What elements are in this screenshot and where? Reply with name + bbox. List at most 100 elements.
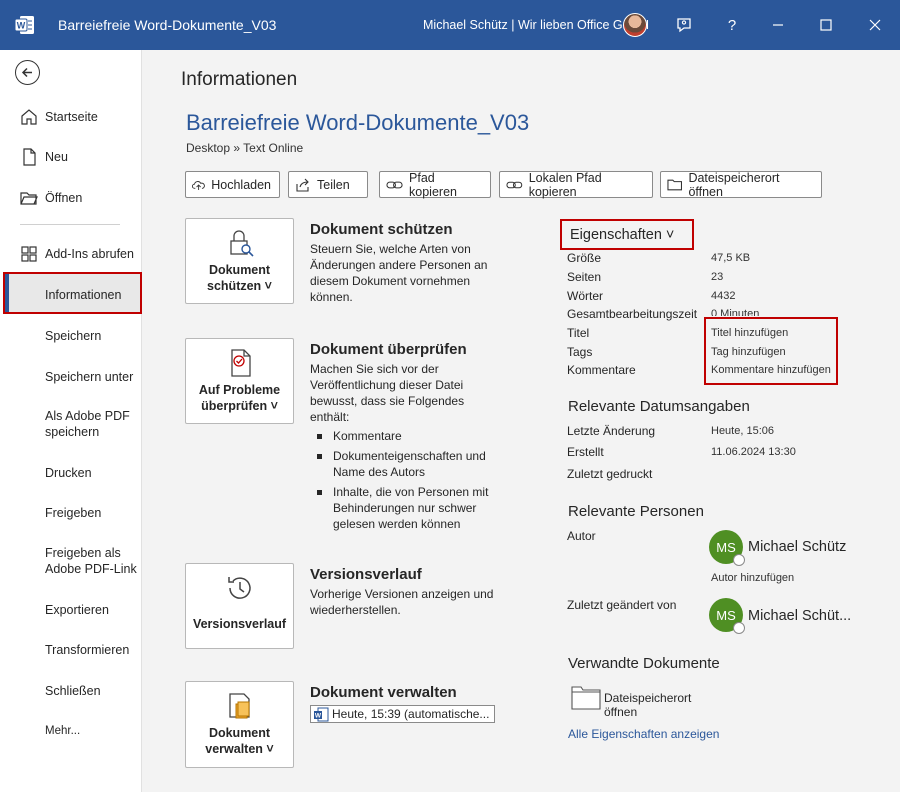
- author-name[interactable]: Michael Schütz: [748, 539, 846, 555]
- protect-description: Steuern Sie, welche Arten von Änderungen…: [310, 242, 488, 304]
- open-file-location-label: Dateispeicherort öffnen: [688, 170, 780, 199]
- protect-button-label-2: schützen ˅: [207, 279, 272, 293]
- protect-document-button[interactable]: Dokument schützen ˅: [185, 218, 294, 304]
- minimize-icon[interactable]: [765, 12, 791, 38]
- open-file-location-text: Dateispeicherort öffnen: [604, 691, 692, 719]
- modified-by-avatar[interactable]: MS: [709, 598, 745, 634]
- inspect-document-icon: [231, 349, 251, 377]
- sidebar-item-label: Add-Ins abrufen: [45, 247, 134, 261]
- date-label-printed: Zuletzt gedruckt: [567, 467, 653, 481]
- list-item: Kommentare: [313, 428, 498, 444]
- page-title: Informationen: [181, 69, 298, 90]
- account-name[interactable]: Michael Schütz | Wir lieben Office GmbH: [423, 18, 649, 32]
- add-author-link[interactable]: Autor hinzufügen: [711, 572, 794, 584]
- date-value-modified: Heute, 15:06: [711, 425, 774, 437]
- manage-title: Dokument verwalten: [310, 684, 457, 701]
- home-icon: [21, 109, 37, 125]
- manage-document-label-2: verwalten ˅: [205, 742, 274, 756]
- folder-open-icon: [20, 192, 38, 205]
- upload-label: Hochladen: [211, 177, 271, 192]
- maximize-icon[interactable]: [813, 12, 839, 38]
- share-button[interactable]: Teilen: [288, 171, 368, 198]
- sidebar-item-label: Freigeben als Adobe PDF-Link: [45, 546, 137, 576]
- people-section-title: Relevante Personen: [568, 503, 704, 520]
- modified-by-name[interactable]: Michael Schüt...: [748, 608, 851, 624]
- sidebar-active-indicator: [5, 274, 9, 312]
- list-item: Dokumenteigenschaften und Name des Autor…: [313, 448, 498, 480]
- sidebar-item-label: Als Adobe PDF speichern: [45, 409, 130, 439]
- version-history-label: Versionsverlauf: [192, 617, 287, 631]
- modified-by-initials: MS: [716, 607, 736, 623]
- prop-value-words: 4432: [711, 290, 736, 302]
- date-value-created: 11.06.2024 13:30: [711, 446, 796, 458]
- check-issues-button[interactable]: Auf Probleme überprüfen ˅: [185, 338, 294, 424]
- upload-button[interactable]: Hochladen: [185, 171, 280, 198]
- sidebar-item-label: Speichern: [45, 329, 102, 343]
- protect-title: Dokument schützen: [310, 221, 453, 238]
- sidebar-item-label: Speichern unter: [45, 370, 134, 384]
- inspect-title: Dokument überprüfen: [310, 341, 467, 358]
- autosave-version-item[interactable]: W Heute, 15:39 (automatische...: [310, 705, 495, 723]
- open-file-location-link[interactable]: Dateispeicherort öffnen: [571, 684, 721, 719]
- open-file-location-button[interactable]: Dateispeicherort öffnen: [660, 170, 822, 199]
- svg-text:W: W: [17, 21, 26, 31]
- copy-local-path-label: Lokalen Pfad kopieren: [528, 170, 602, 199]
- title-bar: W Barreiefreie Word-Dokumente_V03 Michae…: [0, 0, 900, 50]
- copy-local-path-button[interactable]: Lokalen Pfad kopieren: [499, 170, 653, 199]
- prop-label-size: Größe: [567, 251, 602, 265]
- document-title: Barreiefreie Word-Dokumente_V03: [186, 110, 530, 135]
- check-issues-label-2: überprüfen ˅: [201, 399, 278, 413]
- sidebar-item-label: Transformieren: [45, 643, 130, 657]
- date-label-modified: Letzte Änderung: [567, 424, 656, 438]
- link-icon: [386, 181, 403, 188]
- author-initials: MS: [716, 539, 736, 555]
- list-item: Inhalte, die von Personen mit Behinderun…: [313, 484, 498, 532]
- window-title: Barreiefreie Word-Dokumente_V03: [58, 17, 277, 33]
- presence-status-icon: [733, 622, 745, 634]
- upload-cloud-icon: [192, 180, 205, 190]
- versions-description: Vorherige Versionen anzeigen und wiederh…: [310, 587, 494, 617]
- addins-icon: [21, 246, 37, 262]
- history-icon: [228, 577, 251, 599]
- prop-label-comments: Kommentare: [567, 363, 636, 377]
- word-icon: W: [14, 16, 34, 34]
- version-history-button[interactable]: Versionsverlauf: [185, 563, 294, 649]
- sidebar-item-label: Exportieren: [45, 603, 109, 617]
- svg-text:W: W: [315, 712, 322, 719]
- sidebar-item-label: Öffnen: [45, 191, 83, 205]
- prop-label-tags: Tags: [567, 345, 593, 359]
- manage-document-label: Dokument: [208, 726, 271, 740]
- account-avatar[interactable]: [623, 13, 647, 37]
- word-document-icon: W: [314, 707, 329, 721]
- show-all-properties-link[interactable]: Alle Eigenschaften anzeigen: [568, 727, 719, 741]
- inspect-bullet-list: Kommentare Dokumenteigenschaften und Nam…: [313, 428, 498, 536]
- modified-by-label: Zuletzt geändert von: [567, 598, 677, 612]
- feedback-icon[interactable]: [671, 12, 697, 38]
- manage-document-icon: [229, 693, 250, 719]
- author-avatar[interactable]: MS: [709, 530, 745, 566]
- copy-path-button[interactable]: Pfad kopieren: [379, 171, 491, 199]
- related-docs-title: Verwandte Dokumente: [568, 655, 720, 672]
- prop-label-pages: Seiten: [567, 270, 602, 284]
- sidebar-item-label: Freigeben: [45, 506, 102, 520]
- protect-button-label: Dokument: [208, 263, 271, 277]
- prop-label-title: Titel: [567, 326, 590, 340]
- backstage-sidebar: Startseite Neu Öffnen Add-Ins abrufen In…: [0, 50, 142, 792]
- share-icon: [296, 178, 309, 192]
- sidebar-item-label: Mehr...: [45, 725, 81, 737]
- prop-label-words: Wörter: [567, 289, 603, 303]
- manage-document-button[interactable]: Dokument verwalten ˅: [185, 681, 294, 768]
- properties-dropdown[interactable]: Eigenschaften ˅: [560, 219, 694, 250]
- help-icon[interactable]: ?: [719, 12, 745, 38]
- document-path: Desktop » Text Online: [186, 141, 304, 155]
- dates-section-title: Relevante Datumsangaben: [568, 398, 750, 415]
- check-issues-label: Auf Probleme: [198, 383, 281, 397]
- prop-value-editing-time: 0 Minuten: [711, 308, 760, 316]
- sidebar-item-label: Startseite: [45, 110, 98, 124]
- sidebar-item-label: Drucken: [45, 466, 92, 480]
- folder-icon: [667, 179, 683, 191]
- inspect-description: Machen Sie sich vor der Veröffentlichung…: [310, 362, 465, 424]
- versions-title: Versionsverlauf: [310, 566, 422, 583]
- back-arrow-icon[interactable]: [15, 60, 40, 85]
- close-icon[interactable]: [862, 12, 888, 38]
